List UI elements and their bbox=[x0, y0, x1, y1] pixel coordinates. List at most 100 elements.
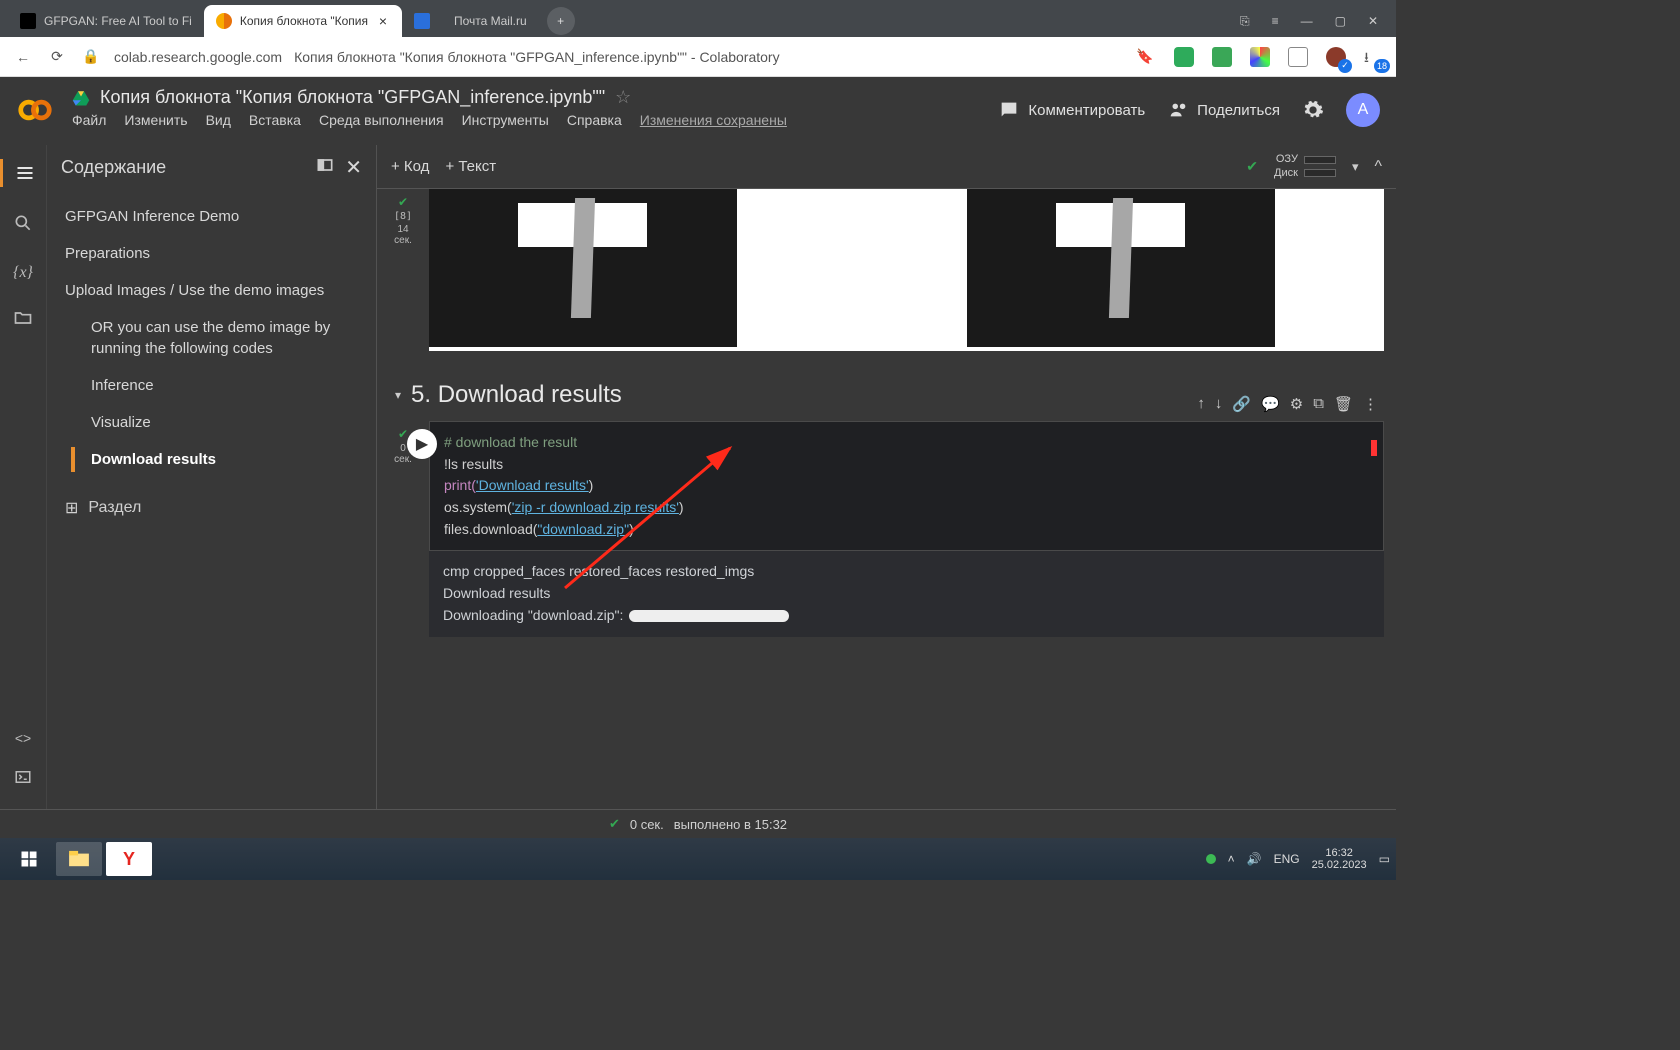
add-text-button[interactable]: + Текст bbox=[445, 158, 496, 175]
ext-colors-icon[interactable] bbox=[1250, 47, 1270, 67]
status-dot-icon[interactable] bbox=[1206, 854, 1216, 864]
disk-meter bbox=[1304, 169, 1336, 177]
notebook-toolbar: + Код + Текст ✔ ОЗУ Диск ▾ ^ bbox=[377, 145, 1396, 189]
avatar[interactable]: А bbox=[1346, 93, 1380, 127]
close-icon[interactable]: × bbox=[376, 14, 390, 28]
share-button[interactable]: Поделиться bbox=[1167, 99, 1280, 121]
reload-icon[interactable]: ⟳ bbox=[46, 46, 68, 68]
resource-meter[interactable]: ОЗУ Диск bbox=[1274, 153, 1336, 179]
rail-code-icon[interactable]: <> bbox=[15, 730, 31, 746]
toc-add-section[interactable]: ⊞ Раздел bbox=[47, 486, 376, 530]
bookmark-icon[interactable]: 🔖 bbox=[1134, 46, 1156, 68]
move-down-icon[interactable]: ↓ bbox=[1215, 395, 1223, 413]
ext-stats-icon[interactable] bbox=[1212, 47, 1232, 67]
toc-item[interactable]: OR you can use the demo image by running… bbox=[47, 309, 376, 367]
toc-item[interactable]: Upload Images / Use the demo images bbox=[47, 272, 376, 309]
add-code-button[interactable]: + Код bbox=[391, 158, 429, 175]
notebook-area: + Код + Текст ✔ ОЗУ Диск ▾ ^ ✔ [8] 14 се… bbox=[377, 145, 1396, 809]
more-icon[interactable]: ⋮ bbox=[1363, 395, 1378, 413]
tab-title: Почта Mail.ru bbox=[454, 14, 527, 28]
menu-bar: Файл Изменить Вид Вставка Среда выполнен… bbox=[72, 112, 998, 128]
rail-vars-icon[interactable]: {x} bbox=[13, 264, 33, 282]
ext-download-icon[interactable]: ⭳18 bbox=[1364, 47, 1384, 67]
windows-taskbar: Y ˄ 🔊 ENG 16:32 25.02.2023 ▭ bbox=[0, 838, 1396, 880]
tab-mail-icon[interactable] bbox=[402, 5, 442, 37]
code-line: # download the result bbox=[444, 434, 577, 450]
lock-icon[interactable]: 🔒 bbox=[80, 46, 102, 68]
move-up-icon[interactable]: ↑ bbox=[1197, 395, 1205, 413]
rail-files-icon[interactable] bbox=[13, 308, 33, 333]
maximize-icon[interactable]: ▢ bbox=[1335, 14, 1346, 29]
tab-mailru[interactable]: Почта Mail.ru bbox=[442, 5, 539, 37]
url-field[interactable]: colab.research.google.com bbox=[114, 49, 282, 65]
tray-clock[interactable]: 16:32 25.02.2023 bbox=[1312, 847, 1367, 871]
clock-date: 25.02.2023 bbox=[1312, 859, 1367, 871]
menu-edit[interactable]: Изменить bbox=[124, 112, 187, 128]
mirror-icon[interactable]: ⧉ bbox=[1313, 395, 1324, 413]
colab-logo-icon[interactable] bbox=[16, 91, 54, 129]
toc-close-icon[interactable]: ✕ bbox=[345, 155, 362, 180]
volume-icon[interactable]: 🔊 bbox=[1247, 852, 1262, 866]
toc-item[interactable]: GFPGAN Inference Demo bbox=[47, 198, 376, 235]
tab-gfpgan[interactable]: GFPGAN: Free AI Tool to Fi bbox=[8, 5, 204, 37]
menu-tools[interactable]: Инструменты bbox=[462, 112, 549, 128]
lang-label[interactable]: ENG bbox=[1274, 852, 1300, 866]
collapse-toolbar-icon[interactable]: ^ bbox=[1374, 158, 1382, 176]
yandex-button[interactable]: Y bbox=[106, 842, 152, 876]
extensions-area: 🔖 ✓ ⭳18 bbox=[1134, 46, 1384, 68]
tray-up-icon[interactable]: ˄ bbox=[1228, 852, 1235, 866]
notifications-icon[interactable]: ▭ bbox=[1379, 852, 1390, 866]
run-cell-button[interactable]: ▶ bbox=[407, 429, 437, 459]
close-icon[interactable]: ✕ bbox=[1368, 14, 1378, 29]
notebook-title[interactable]: Копия блокнота "Копия блокнота "GFPGAN_i… bbox=[100, 87, 605, 108]
gear-icon[interactable] bbox=[1302, 99, 1324, 121]
code-line: ) bbox=[679, 499, 684, 515]
menu-insert[interactable]: Вставка bbox=[249, 112, 301, 128]
explorer-button[interactable] bbox=[56, 842, 102, 876]
output-line: Download results bbox=[443, 583, 1370, 605]
menu-help[interactable]: Справка bbox=[567, 112, 622, 128]
code-line: !ls results bbox=[444, 456, 503, 472]
toc-item[interactable]: Preparations bbox=[47, 235, 376, 272]
mail-favicon-icon bbox=[414, 13, 430, 29]
rail-terminal-icon[interactable] bbox=[14, 768, 32, 791]
rail-toc-icon[interactable] bbox=[0, 159, 46, 187]
toc-popout-icon[interactable] bbox=[315, 155, 335, 180]
ext-window-icon[interactable] bbox=[1288, 47, 1308, 67]
menu-file[interactable]: Файл bbox=[72, 112, 106, 128]
toc-item[interactable]: Visualize bbox=[47, 404, 376, 441]
output-line: cmp cropped_faces restored_faces restore… bbox=[443, 561, 1370, 583]
menu-view[interactable]: Вид bbox=[206, 112, 231, 128]
delete-icon[interactable]: 🗑 bbox=[1334, 395, 1353, 413]
collapse-section-icon[interactable]: ▾ bbox=[395, 388, 401, 402]
back-icon[interactable]: ← bbox=[12, 46, 34, 68]
chevron-down-icon[interactable]: ▾ bbox=[1352, 159, 1359, 175]
link-icon[interactable]: 🔗 bbox=[1232, 395, 1251, 413]
cell-ok-icon: ✔ bbox=[398, 195, 408, 209]
browser-tabs-bar: GFPGAN: Free AI Tool to Fi Копия блокнот… bbox=[0, 0, 1396, 37]
favicon-icon bbox=[20, 13, 36, 29]
star-icon[interactable]: ☆ bbox=[615, 87, 631, 108]
code-editor[interactable]: # download the result !ls results print(… bbox=[429, 421, 1384, 551]
ext-shield-icon[interactable] bbox=[1174, 47, 1194, 67]
new-tab-button[interactable]: + bbox=[547, 7, 575, 35]
colab-body: {x} <> Содержание ✕ GFPGAN Inference Dem… bbox=[0, 145, 1396, 809]
code-line: print( bbox=[444, 477, 476, 493]
toc-panel: Содержание ✕ GFPGAN Inference Demo Prepa… bbox=[47, 145, 377, 809]
menu-icon[interactable]: ≡ bbox=[1272, 14, 1279, 29]
ext-redpanda-icon[interactable]: ✓ bbox=[1326, 47, 1346, 67]
comment-button[interactable]: Комментировать bbox=[998, 99, 1145, 121]
toc-item-selected[interactable]: Download results bbox=[47, 441, 376, 478]
cell-settings-icon[interactable]: ⚙ bbox=[1290, 395, 1303, 413]
minimize-icon[interactable]: — bbox=[1301, 14, 1313, 29]
tab-colab-active[interactable]: Копия блокнота "Копия × bbox=[204, 5, 402, 37]
cell-comment-icon[interactable]: 💬 bbox=[1261, 395, 1280, 413]
toc-item[interactable]: Inference bbox=[47, 367, 376, 404]
rail-search-icon[interactable] bbox=[13, 213, 33, 238]
menu-runtime[interactable]: Среда выполнения bbox=[319, 112, 444, 128]
section-heading-text: 5. Download results bbox=[411, 381, 622, 409]
start-button[interactable] bbox=[6, 842, 52, 876]
notebook-scroll[interactable]: ✔ [8] 14 сек. ▾ 5. Download results bbox=[377, 189, 1396, 809]
reader-icon[interactable]: ⎘ bbox=[1240, 14, 1250, 29]
code-line: ) bbox=[589, 477, 594, 493]
